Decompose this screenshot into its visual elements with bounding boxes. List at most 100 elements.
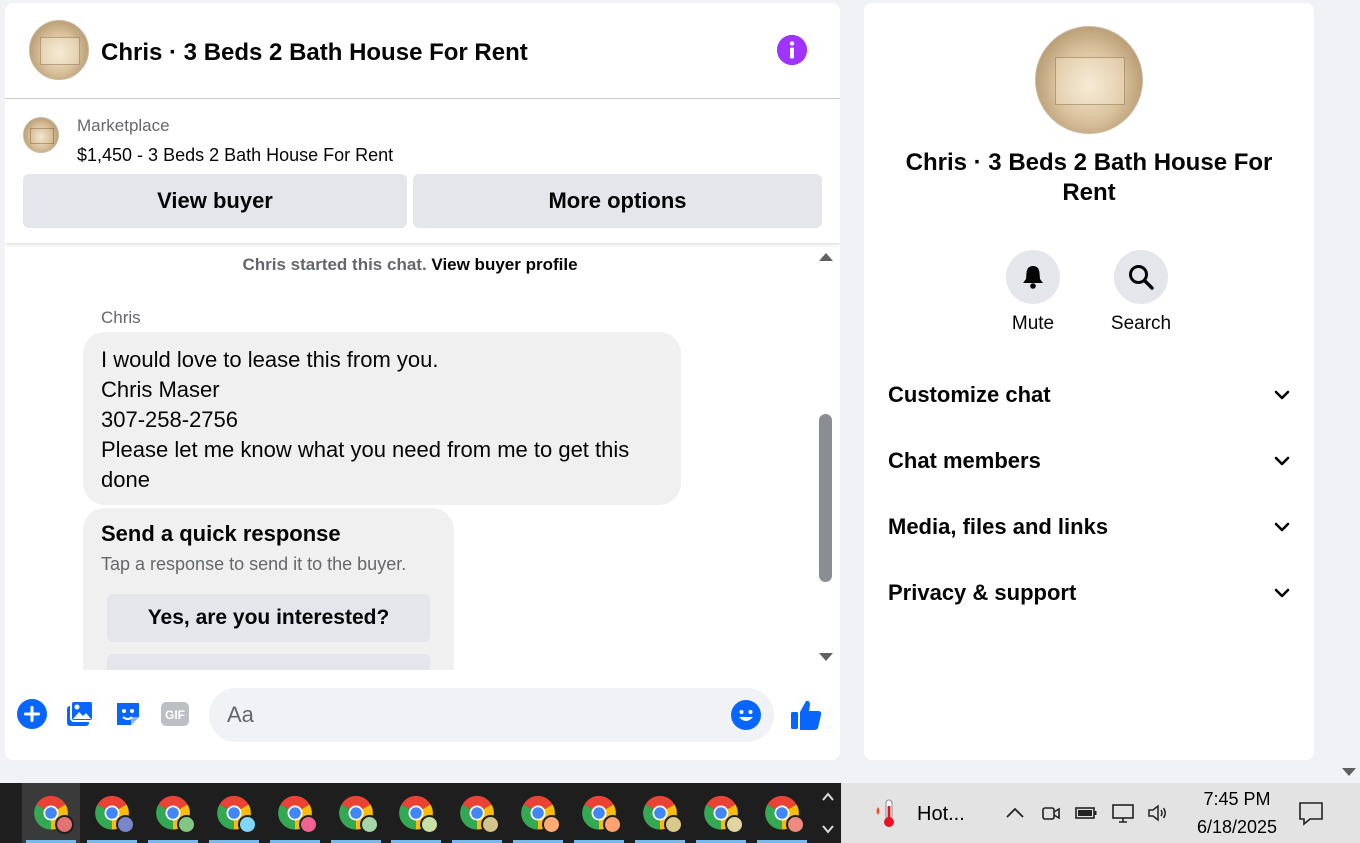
chrome-taskbar-button[interactable]: [448, 783, 506, 843]
message-list[interactable]: Chris started this chat. View buyer prof…: [5, 243, 840, 670]
message-line: I would love to lease this from you.: [101, 347, 439, 372]
composer: GIF: [5, 670, 840, 760]
more-options-button[interactable]: More options: [413, 174, 822, 228]
chat-header: Chris · 3 Beds 2 Bath House For Rent: [5, 3, 840, 99]
gif-icon[interactable]: GIF: [159, 698, 191, 730]
quick-response-option[interactable]: [107, 654, 430, 670]
chat-title[interactable]: Chris · 3 Beds 2 Bath House For Rent: [101, 39, 528, 67]
chrome-taskbar-button[interactable]: [753, 783, 811, 843]
chat-started-notice: Chris started this chat. View buyer prof…: [5, 255, 815, 275]
listing-title[interactable]: $1,450 - 3 Beds 2 Bath House For Rent: [77, 145, 393, 166]
chrome-icon: [33, 795, 74, 834]
page-scroll-down-arrow-icon[interactable]: [1341, 766, 1357, 778]
chrome-icon: [155, 795, 196, 834]
profile-badge-icon: [298, 815, 318, 834]
taskbar: Hot... 7:45 PM 6/18/2025: [0, 783, 1360, 843]
chrome-taskbar-button[interactable]: [22, 783, 80, 843]
network-icon[interactable]: [1111, 801, 1135, 825]
marketplace-label: Marketplace: [77, 116, 170, 135]
info-panel: Chris · 3 Beds 2 Bath House For Rent Mut…: [864, 3, 1314, 760]
chat-started-text: Chris started this chat.: [242, 255, 427, 274]
chrome-taskbar-button[interactable]: [387, 783, 445, 843]
section-customize-chat[interactable]: Customize chat: [888, 373, 1292, 417]
view-buyer-button[interactable]: View buyer: [23, 174, 407, 228]
chrome-icon: [764, 795, 805, 834]
profile-badge-icon: [785, 815, 805, 834]
chrome-icon: [277, 795, 318, 834]
taskbar-apps: [0, 783, 815, 843]
section-chat-members[interactable]: Chat members: [888, 439, 1292, 483]
scroll-down-arrow-icon[interactable]: [818, 651, 834, 663]
search-button[interactable]: [1114, 250, 1168, 304]
info-icon[interactable]: [777, 35, 807, 65]
message-line: Chris Maser: [101, 377, 220, 402]
profile-badge-icon: [176, 815, 196, 834]
chrome-icon: [703, 795, 744, 834]
chrome-taskbar-button[interactable]: [692, 783, 750, 843]
profile-badge-icon: [115, 815, 135, 834]
search-icon: [1129, 265, 1154, 290]
chrome-taskbar-button[interactable]: [631, 783, 689, 843]
profile-badge-icon: [359, 815, 379, 834]
chrome-icon: [398, 795, 440, 834]
chrome-icon: [581, 795, 623, 834]
message-input[interactable]: [209, 688, 774, 742]
chrome-icon: [338, 795, 379, 834]
section-label: Media, files and links: [888, 514, 1109, 539]
chrome-icon: [216, 795, 257, 834]
chevron-up-icon[interactable]: [1003, 801, 1027, 825]
chrome-taskbar-button[interactable]: [509, 783, 567, 843]
system-tray: Hot... 7:45 PM 6/18/2025: [841, 783, 1360, 843]
mute-button[interactable]: [1006, 250, 1060, 304]
taskbar-scroll: [815, 783, 841, 843]
volume-icon[interactable]: [1146, 801, 1170, 825]
clock-date[interactable]: 6/18/2025: [1177, 817, 1297, 838]
scrollbar-thumb[interactable]: [819, 414, 832, 582]
thermometer-icon[interactable]: [869, 797, 901, 829]
message-bubble[interactable]: I would love to lease this from you. Chr…: [83, 332, 681, 505]
plus-icon[interactable]: [16, 698, 48, 730]
view-buyer-profile-link[interactable]: View buyer profile: [431, 255, 577, 274]
weather-text[interactable]: Hot...: [917, 803, 965, 826]
chevron-down-icon: [1274, 522, 1290, 532]
listing-thumbnail[interactable]: [23, 117, 59, 153]
chrome-taskbar-button[interactable]: [570, 783, 628, 843]
section-privacy-support[interactable]: Privacy & support: [888, 571, 1292, 615]
chrome-taskbar-button[interactable]: [205, 783, 263, 843]
chevron-up-icon[interactable]: [821, 791, 835, 803]
clock-time[interactable]: 7:45 PM: [1187, 789, 1287, 810]
battery-icon[interactable]: [1074, 801, 1098, 825]
quick-response-option[interactable]: Yes, are you interested?: [107, 594, 430, 642]
chrome-taskbar-button[interactable]: [266, 783, 324, 843]
chrome-taskbar-button[interactable]: [83, 783, 141, 843]
profile-badge-icon: [481, 815, 501, 834]
profile-badge-icon: [724, 815, 744, 834]
profile-badge-icon: [603, 815, 623, 834]
like-icon[interactable]: [788, 697, 824, 733]
listing-avatar[interactable]: [29, 20, 89, 80]
chevron-down-icon[interactable]: [821, 823, 835, 835]
search-label: Search: [1110, 313, 1172, 334]
chrome-icon: [520, 795, 562, 834]
notification-icon[interactable]: [1297, 799, 1325, 827]
chrome-icon: [94, 795, 135, 834]
emoji-icon[interactable]: [731, 700, 761, 730]
chevron-down-icon: [1274, 390, 1290, 400]
message-line: Please let me know what you need from me…: [101, 437, 630, 462]
sticker-icon[interactable]: [112, 698, 144, 730]
scroll-up-arrow-icon[interactable]: [818, 251, 834, 263]
chrome-taskbar-button[interactable]: [327, 783, 385, 843]
chat-panel: Chris · 3 Beds 2 Bath House For Rent Mar…: [5, 3, 840, 760]
meet-icon[interactable]: [1039, 801, 1063, 825]
profile-badge-icon: [542, 815, 562, 834]
message-line: done: [101, 467, 150, 492]
photo-icon[interactable]: [64, 698, 96, 730]
section-label: Chat members: [888, 448, 1041, 473]
section-media-files-links[interactable]: Media, files and links: [888, 505, 1292, 549]
profile-badge-icon: [664, 815, 683, 834]
chevron-down-icon: [1274, 456, 1290, 466]
quick-response-card: Send a quick response Tap a response to …: [83, 508, 454, 670]
chevron-down-icon: [1274, 588, 1290, 598]
conversation-avatar[interactable]: [1035, 26, 1143, 134]
chrome-taskbar-button[interactable]: [144, 783, 202, 843]
